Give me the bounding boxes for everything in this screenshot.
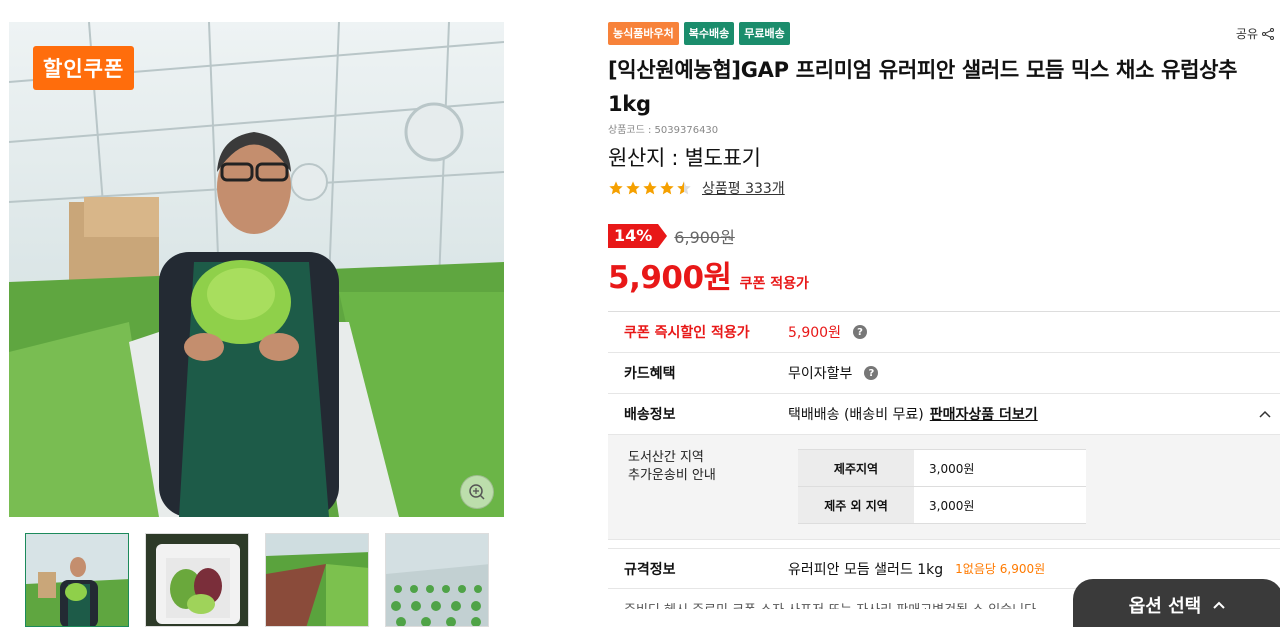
thumbnail-2[interactable] xyxy=(145,533,249,627)
card-benefit-row: 카드혜택 무이자할부 ? xyxy=(608,353,1280,394)
share-label: 공유 xyxy=(1235,27,1258,41)
unit-price: 1없음당 6,900원 xyxy=(955,562,1046,576)
spec-label: 규격정보 xyxy=(624,561,676,578)
product-info-table: 쿠폰 즉시할인 적용가 5,900원 ? 카드혜택 무이자할부 ? 배송정보 택… xyxy=(608,311,1280,609)
rating-row: 상품평 333개 xyxy=(608,178,1280,198)
option-select-label: 옵션 선택 xyxy=(1128,596,1202,617)
coupon-price-row: 쿠폰 즉시할인 적용가 5,900원 ? xyxy=(608,312,1280,353)
product-info-panel: 농식품바우처 복수배송 무료배송 공유 [익산원예농협]GAP 프리미엄 유러피… xyxy=(608,22,1280,609)
thumbnail-1[interactable] xyxy=(25,533,129,627)
original-price: 6,900원 xyxy=(674,228,735,247)
help-icon[interactable]: ? xyxy=(852,325,867,339)
badge-voucher: 농식품바우처 xyxy=(608,22,679,45)
share-icon xyxy=(1262,27,1274,40)
remote-area-subtitle: 추가운송비 안내 xyxy=(628,468,716,483)
price-row: 5,900원 쿠폰 적용가 xyxy=(608,252,1280,297)
thumbnail-4[interactable] xyxy=(385,533,489,627)
shipping-detail-panel: 도서산간 지역 추가운송비 안내 제주지역 3,000원 제주 외 지역 3,0… xyxy=(608,435,1280,540)
thumbnail-field-image xyxy=(266,534,368,626)
fee-region: 제주 외 지역 xyxy=(798,487,914,523)
star-full-icon xyxy=(609,181,623,195)
product-origin: 원산지 : 별도표기 xyxy=(608,146,761,170)
coupon-price-value: 5,900원 xyxy=(788,325,841,341)
discount-percent-badge: 14% xyxy=(608,224,668,248)
share-button[interactable]: 공유 xyxy=(1236,25,1274,42)
card-benefit-label: 카드혜택 xyxy=(624,366,676,382)
star-half-icon xyxy=(677,181,691,195)
main-product-image[interactable]: 할인쿠폰 xyxy=(9,22,504,517)
spec-value: 유러피안 모듬 샐러드 1kg xyxy=(788,561,944,578)
zoom-button[interactable] xyxy=(460,475,494,509)
star-full-icon xyxy=(643,181,657,195)
thumbnail-hydroponic-image xyxy=(386,534,488,626)
thumbnail-farmer-image xyxy=(26,534,128,626)
star-rating xyxy=(608,180,692,196)
extra-fee-table: 제주지역 3,000원 제주 외 지역 3,000원 xyxy=(798,449,1086,524)
card-benefit-value: 무이자할부 xyxy=(788,366,853,382)
fee-amount: 3,000원 xyxy=(914,450,1086,486)
fee-amount: 3,000원 xyxy=(914,487,1086,523)
coupon-badge: 할인쿠폰 xyxy=(33,46,135,90)
option-select-button[interactable]: 옵션 선택 xyxy=(1073,579,1280,627)
shipping-value: 택배배송 (배송비 무료) xyxy=(788,407,924,423)
remote-area-notice: 도서산간 지역 추가운송비 안내 xyxy=(628,449,716,485)
star-full-icon xyxy=(660,181,674,195)
shipping-label: 배송정보 xyxy=(624,407,676,423)
chevron-up-icon xyxy=(1213,601,1225,609)
badge-multi-delivery: 복수배송 xyxy=(683,22,735,45)
product-badges: 농식품바우처 복수배송 무료배송 xyxy=(608,22,1280,45)
coupon-price-note: 쿠폰 적용가 xyxy=(739,276,809,292)
badge-free-delivery: 무료배송 xyxy=(739,22,790,45)
fee-region: 제주지역 xyxy=(798,450,914,486)
thumbnail-list xyxy=(25,533,489,627)
fee-row: 제주 외 지역 3,000원 xyxy=(798,487,1086,524)
seller-products-link[interactable]: 판매자상품 더보기 xyxy=(930,404,1038,424)
coupon-price-label: 쿠폰 즉시할인 적용가 xyxy=(624,325,750,341)
discount-row: 14% 6,900원 xyxy=(608,224,1280,248)
greenhouse-farmer-photo xyxy=(9,22,504,517)
chevron-up-icon[interactable] xyxy=(1258,407,1272,421)
thumbnail-3[interactable] xyxy=(265,533,369,627)
fee-row: 제주지역 3,000원 xyxy=(798,450,1086,487)
sale-price: 5,900원 xyxy=(608,260,732,296)
remote-area-title: 도서산간 지역 xyxy=(628,450,704,465)
product-gallery: 할인쿠폰 xyxy=(9,22,504,627)
thumbnail-box-image xyxy=(146,534,248,626)
star-full-icon xyxy=(626,181,640,195)
help-icon[interactable]: ? xyxy=(864,366,879,380)
shipping-row[interactable]: 배송정보 택배배송 (배송비 무료) 판매자상품 더보기 xyxy=(608,394,1280,435)
product-code: 상품코드 : 5039376430 xyxy=(608,125,719,136)
zoom-in-icon xyxy=(469,484,485,500)
review-count-link[interactable]: 상품평 333개 xyxy=(702,178,785,198)
product-title: [익산원예농협]GAP 프리미엄 유러피안 샐러드 모듬 믹스 채소 유럽상추 … xyxy=(608,58,1238,116)
